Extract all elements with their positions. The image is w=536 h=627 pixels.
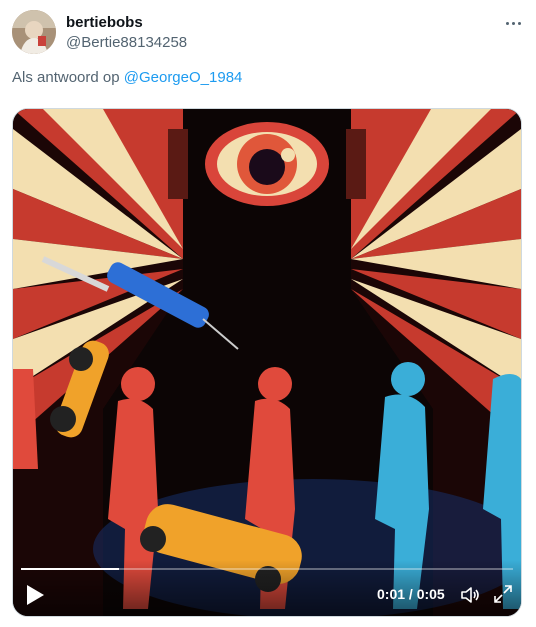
- play-icon[interactable]: [25, 584, 45, 606]
- avatar-image: [12, 10, 56, 54]
- video-controls: 0:01 / 0:05: [13, 560, 521, 616]
- video-frame: [13, 109, 521, 616]
- volume-icon[interactable]: [459, 584, 481, 606]
- reply-prefix: Als antwoord op: [12, 69, 124, 86]
- more-options-icon[interactable]: [500, 10, 526, 36]
- user-handle[interactable]: @Bertie88134258: [66, 34, 187, 51]
- reply-context: Als antwoord op @GeorgeO_1984: [12, 69, 242, 86]
- video-time: 0:01 / 0:05: [377, 586, 445, 602]
- fullscreen-icon[interactable]: [493, 584, 513, 604]
- video-player[interactable]: 0:01 / 0:05: [12, 108, 522, 617]
- avatar[interactable]: [12, 10, 56, 54]
- reply-to-link[interactable]: @GeorgeO_1984: [124, 69, 243, 86]
- progress-fill: [21, 568, 120, 570]
- eye-graphic: [205, 122, 329, 206]
- progress-bar[interactable]: [21, 568, 513, 570]
- display-name[interactable]: bertiebobs: [66, 14, 143, 31]
